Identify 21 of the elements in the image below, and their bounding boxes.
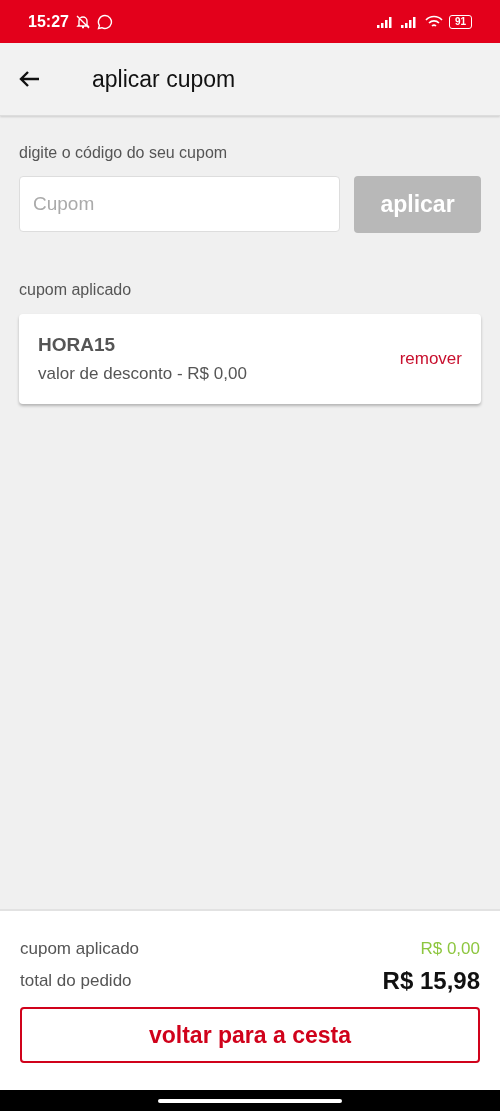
page-title: aplicar cupom (92, 65, 236, 93)
battery-indicator: 91 (448, 14, 472, 29)
summary-value: R$ 0,00 (420, 939, 480, 959)
home-indicator[interactable] (158, 1098, 342, 1103)
summary-label: cupom aplicado (20, 939, 140, 959)
chat-icon (96, 13, 113, 30)
back-arrow-icon[interactable] (18, 70, 40, 88)
coupon-input-field[interactable]: Cupom (19, 176, 340, 232)
remove-button[interactable]: remover (399, 349, 462, 369)
discount-value: valor de desconto - R$ 0,00 (38, 364, 247, 384)
coupon-code: HORA15 (38, 334, 117, 356)
signal-icon (400, 15, 419, 28)
status-time: 15:27 (28, 12, 69, 31)
summary-value: R$ 15,98 (382, 967, 480, 995)
muted-bell-icon (74, 13, 91, 30)
section-label: cupom aplicado (19, 281, 133, 299)
section-label: digite o código do seu cupom (19, 144, 229, 162)
summary-label: total do pedido (20, 971, 132, 991)
back-to-basket-button[interactable]: voltar para a cesta (20, 1007, 480, 1063)
signal-icon (376, 15, 395, 28)
wifi-icon (424, 14, 443, 29)
